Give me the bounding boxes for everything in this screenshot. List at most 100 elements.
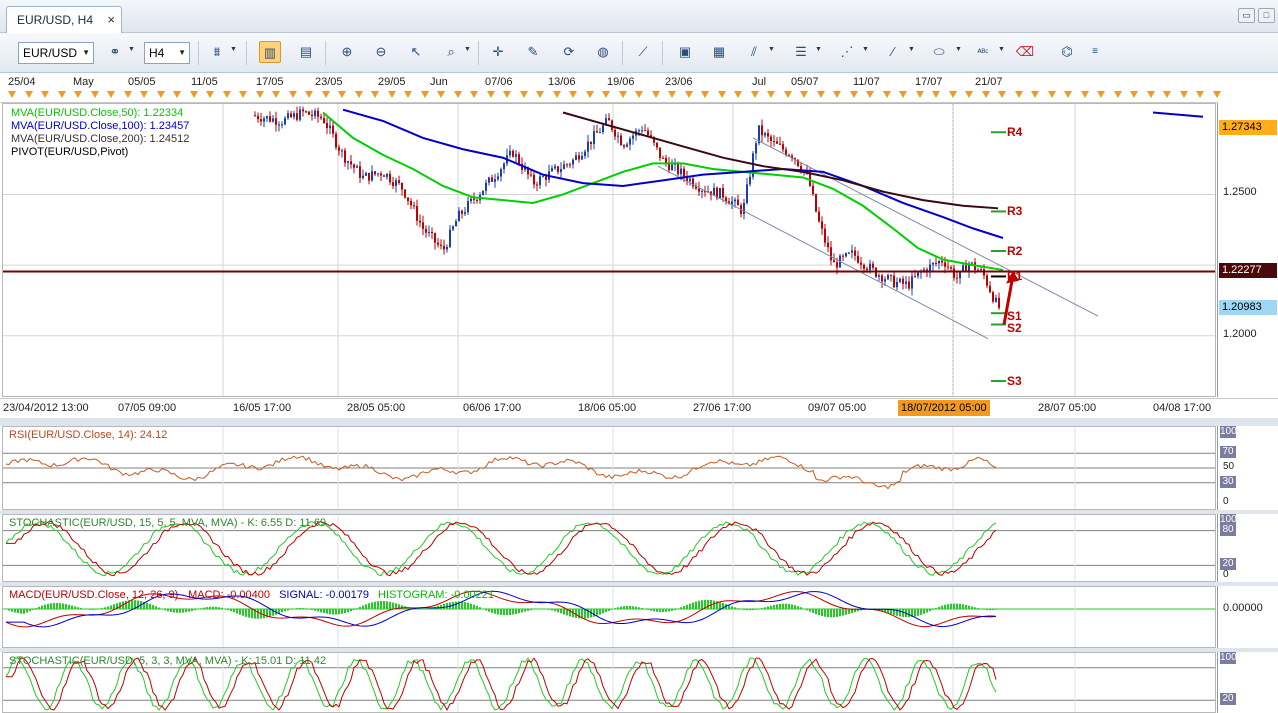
event-marker[interactable] [520, 91, 528, 98]
text-abc-icon[interactable]: ᴬᴮᶜ [972, 41, 994, 63]
candle-chart-icon[interactable]: ▥ [259, 41, 281, 63]
chart-tab[interactable]: EUR/USD, H4 × [6, 6, 123, 33]
event-marker[interactable] [949, 91, 957, 98]
chevron-down-icon[interactable]: ▼ [815, 46, 822, 53]
chevron-down-icon[interactable]: ▼ [955, 46, 962, 53]
event-marker[interactable] [421, 91, 429, 98]
event-marker[interactable] [223, 91, 231, 98]
event-marker[interactable] [1130, 91, 1138, 98]
macd-pane[interactable]: MACD(EUR/USD.Close, 12, 26, 9) - MACD: -… [2, 586, 1216, 648]
event-marker[interactable] [1048, 91, 1056, 98]
event-marker[interactable] [1213, 91, 1221, 98]
event-marker[interactable] [470, 91, 478, 98]
event-marker[interactable] [1114, 91, 1122, 98]
event-marker[interactable] [1031, 91, 1039, 98]
event-marker[interactable] [866, 91, 874, 98]
chevron-down-icon[interactable]: ▼ [464, 46, 471, 53]
event-marker[interactable] [998, 91, 1006, 98]
event-marker[interactable] [982, 91, 990, 98]
cursor-icon[interactable]: ↖ [405, 41, 427, 63]
event-marker[interactable] [701, 91, 709, 98]
menu-icon[interactable]: ≡ [1084, 41, 1106, 63]
chain-link-icon[interactable]: ⚭ [104, 41, 126, 63]
stochastic-2-pane[interactable]: STOCHASTIC(EUR/USD, 5, 3, 3, MVA, MVA) -… [2, 652, 1216, 713]
event-marker[interactable] [536, 91, 544, 98]
event-marker[interactable] [602, 91, 610, 98]
event-marker[interactable] [487, 91, 495, 98]
maximize-window-icon[interactable]: □ [1258, 8, 1275, 23]
event-marker[interactable] [173, 91, 181, 98]
event-marker[interactable] [404, 91, 412, 98]
event-marker[interactable] [74, 91, 82, 98]
event-marker[interactable] [91, 91, 99, 98]
event-marker[interactable] [1015, 91, 1023, 98]
price-chart-pane[interactable]: R4 R3 R2 R1 S1 S2 S3 MVA(EUR/USD.Close,50): 1.2… [2, 103, 1216, 397]
event-marker[interactable] [1081, 91, 1089, 98]
event-marker[interactable] [883, 91, 891, 98]
zoom-magnify-icon[interactable]: ⌕ [440, 41, 462, 63]
event-marker[interactable] [817, 91, 825, 98]
event-marker[interactable] [635, 91, 643, 98]
timeframe-select[interactable]: H4 ▼ [144, 42, 190, 64]
picture-icon[interactable]: ▣ [674, 41, 696, 63]
zoom-in-icon[interactable]: ⊕ [336, 41, 358, 63]
event-marker[interactable] [850, 91, 858, 98]
event-marker[interactable] [1147, 91, 1155, 98]
event-marker[interactable] [272, 91, 280, 98]
event-marker[interactable] [1097, 91, 1105, 98]
event-marker[interactable] [1196, 91, 1204, 98]
event-marker[interactable] [157, 91, 165, 98]
chevron-down-icon[interactable]: ▼ [862, 46, 869, 53]
event-marker[interactable] [734, 91, 742, 98]
event-marker[interactable] [899, 91, 907, 98]
chevron-down-icon[interactable]: ▼ [998, 46, 1005, 53]
event-marker[interactable] [751, 91, 759, 98]
event-marker[interactable] [41, 91, 49, 98]
event-marker[interactable] [355, 91, 363, 98]
event-marker[interactable] [619, 91, 627, 98]
symbol-select[interactable]: EUR/USD ▼ [18, 42, 94, 64]
event-marker[interactable] [767, 91, 775, 98]
chevron-down-icon[interactable]: ▼ [230, 46, 237, 53]
zoom-out-icon[interactable]: ⊖ [370, 41, 392, 63]
event-marker[interactable] [916, 91, 924, 98]
event-marker[interactable] [190, 91, 198, 98]
event-marker[interactable] [107, 91, 115, 98]
screenshot-icon[interactable]: ▦ [708, 41, 730, 63]
event-marker[interactable] [140, 91, 148, 98]
event-marker[interactable] [338, 91, 346, 98]
restore-window-icon[interactable]: ▭ [1238, 8, 1255, 23]
event-marker[interactable] [371, 91, 379, 98]
event-marker[interactable] [124, 91, 132, 98]
event-marker[interactable] [553, 91, 561, 98]
stochastic-1-pane[interactable]: STOCHASTIC(EUR/USD, 15, 5, 5, MVA, MVA) … [2, 514, 1216, 582]
event-marker[interactable] [289, 91, 297, 98]
event-marker[interactable] [965, 91, 973, 98]
event-marker[interactable] [454, 91, 462, 98]
event-marker[interactable] [800, 91, 808, 98]
event-marker[interactable] [1064, 91, 1072, 98]
eraser-icon[interactable]: ⌫ [1014, 41, 1036, 63]
event-marker[interactable] [784, 91, 792, 98]
fibonacci-icon[interactable]: ⋰ [836, 41, 858, 63]
event-marker[interactable] [437, 91, 445, 98]
event-marker[interactable] [58, 91, 66, 98]
event-marker[interactable] [503, 91, 511, 98]
event-marker[interactable] [1163, 91, 1171, 98]
legend-icon[interactable]: ▤ [295, 41, 317, 63]
event-marker[interactable] [833, 91, 841, 98]
event-marker[interactable] [8, 91, 16, 98]
ellipse-icon[interactable]: ⬭ [928, 41, 950, 63]
event-marker[interactable] [586, 91, 594, 98]
price-axis[interactable]: 1.27343 1.2500 1.2000 1.22277 1.20983 [1217, 103, 1278, 397]
pen-line-icon[interactable]: ⁄ [882, 41, 904, 63]
chevron-down-icon[interactable]: ▼ [908, 46, 915, 53]
event-marker[interactable] [668, 91, 676, 98]
event-marker[interactable] [652, 91, 660, 98]
ruler-icon[interactable]: ⟋ [632, 41, 654, 63]
trendline-tools-icon[interactable]: ⫽ [743, 41, 765, 63]
event-marker[interactable] [932, 91, 940, 98]
event-marker[interactable] [718, 91, 726, 98]
crosshair-icon[interactable]: ✛ [487, 41, 509, 63]
event-marker[interactable] [305, 91, 313, 98]
